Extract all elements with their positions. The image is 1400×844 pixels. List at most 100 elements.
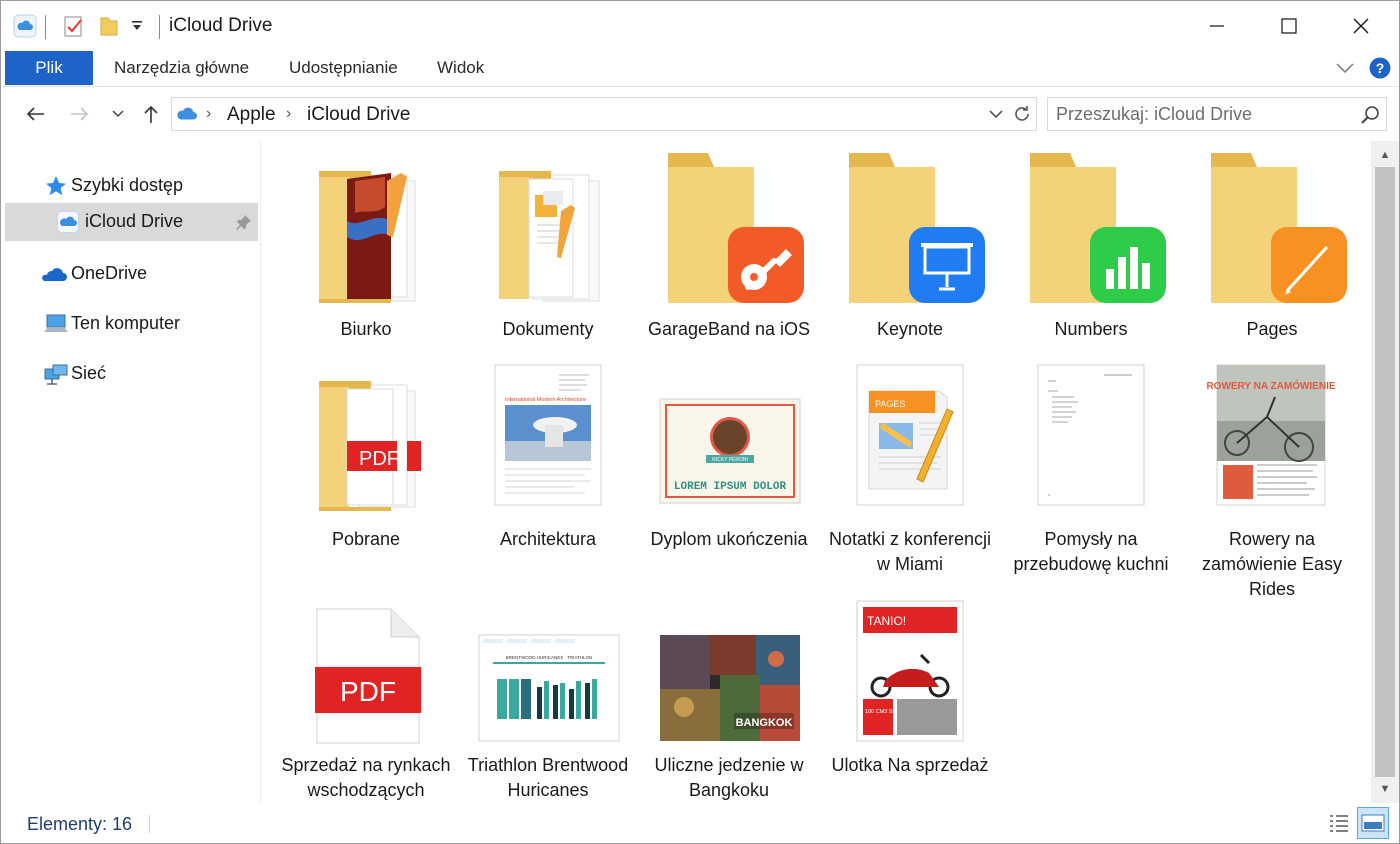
back-button[interactable]: [22, 101, 48, 127]
close-button[interactable]: [1325, 1, 1397, 51]
address-bar[interactable]: › Apple › iCloud Drive: [171, 97, 1037, 131]
search-box[interactable]: [1047, 97, 1387, 131]
app-folder-thumbnail: [644, 151, 814, 311]
file-name: Pages: [1246, 319, 1298, 339]
file-name: Rowery na zamówienie Easy Rides: [1201, 529, 1343, 599]
spreadsheet-thumbnail: BRENTWOOD HURICANES · TRIATHLON: [463, 597, 633, 757]
file-name: Dokumenty: [502, 319, 594, 339]
minimize-button[interactable]: [1181, 1, 1253, 51]
file-name: Architektura: [499, 529, 597, 549]
items-count: Elementy: 16: [27, 814, 133, 834]
help-icon[interactable]: ?: [1369, 57, 1391, 84]
minimize-icon: [1210, 25, 1224, 27]
file-name: Pobrane: [331, 529, 401, 549]
maximize-icon: [1281, 18, 1297, 34]
folder-thumbnail: PDF: [281, 361, 451, 521]
tab-home[interactable]: Narzędzia główne: [114, 51, 249, 85]
details-view-icon: [1330, 815, 1348, 832]
details-view-button[interactable]: [1323, 807, 1355, 839]
chevron-down-icon: [112, 110, 124, 118]
file-name: Pomysły na przebudowę kuchni: [1013, 529, 1169, 574]
icloud-icon: [57, 211, 79, 233]
svg-text:PAGES: PAGES: [875, 399, 905, 409]
large-icons-view-button[interactable]: [1357, 807, 1389, 839]
network-icon: [43, 363, 68, 385]
expand-ribbon-icon[interactable]: [1335, 61, 1355, 80]
breadcrumb-chevron-icon[interactable]: ›: [206, 105, 211, 123]
app-folder-thumbnail: [1187, 151, 1357, 311]
svg-text:International Modern Architect: International Modern Architecture: [505, 397, 586, 403]
new-folder-icon[interactable]: [99, 14, 119, 43]
sidebar-item-onedrive[interactable]: OneDrive: [5, 255, 258, 293]
file-name: Ulotka Na sprzedaż: [831, 755, 989, 775]
vertical-scrollbar[interactable]: ▲ ▼: [1371, 141, 1399, 803]
sidebar-item-quick-access[interactable]: Szybki dostęp: [5, 167, 258, 205]
file-name: Keynote: [876, 319, 944, 339]
svg-text:PDF: PDF: [359, 448, 399, 470]
sidebar-item-label: iCloud Drive: [85, 211, 184, 231]
star-icon: [45, 175, 67, 197]
presentation-thumbnail: BANGKOK: [644, 597, 814, 757]
sidebar-item-icloud-drive[interactable]: iCloud Drive: [5, 203, 258, 241]
file-name: GarageBand na iOS: [647, 319, 811, 339]
folder-thumbnail: [281, 151, 451, 311]
properties-icon[interactable]: [63, 14, 85, 43]
svg-text:BRENTWOOD HURICANES · TRIATHLO: BRENTWOOD HURICANES · TRIATHLON: [506, 655, 593, 660]
refresh-icon[interactable]: [1012, 104, 1032, 129]
document-thumbnail: [1006, 361, 1176, 521]
svg-text:TANIO!: TANIO!: [867, 614, 906, 628]
computer-icon: [43, 313, 68, 335]
file-name: Triathlon Brentwood Huricanes: [467, 755, 629, 800]
title-bar: iCloud Drive: [1, 1, 1399, 51]
sidebar-item-label: Szybki dostęp: [71, 175, 184, 195]
file-name: Sprzedaż na rynkach wschodzących: [281, 755, 451, 800]
scroll-up-icon[interactable]: ▲: [1371, 143, 1399, 167]
sidebar-item-label: Ten komputer: [71, 313, 181, 333]
recent-locations-button[interactable]: [105, 101, 131, 127]
forward-button[interactable]: [67, 101, 93, 127]
search-input[interactable]: [1056, 102, 1346, 126]
app-folder-thumbnail: [1006, 151, 1176, 311]
sidebar-item-label: OneDrive: [71, 263, 148, 283]
document-thumbnail: PAGES: [825, 361, 995, 521]
arrow-right-icon: [71, 107, 89, 121]
close-icon: [1353, 18, 1369, 34]
icloud-icon: [176, 104, 198, 129]
onedrive-icon: [41, 263, 67, 285]
breadcrumb-icloud-drive[interactable]: iCloud Drive: [307, 104, 410, 126]
navigation-pane: Szybki dostęp iCloud Drive OneDrive Ten …: [1, 141, 261, 803]
pdf-thumbnail: PDF: [281, 597, 451, 757]
folder-thumbnail: [463, 151, 633, 311]
icloud-icon: [13, 14, 37, 43]
sidebar-item-network[interactable]: Sieć: [5, 355, 258, 393]
tab-share[interactable]: Udostępnianie: [289, 51, 398, 85]
large-icons-view-icon: [1361, 814, 1385, 832]
window-title: iCloud Drive: [169, 15, 273, 36]
svg-text:LOREM IPSUM DOLOR: LOREM IPSUM DOLOR: [674, 481, 787, 493]
customize-toolbar-icon[interactable]: [131, 19, 143, 37]
address-history-icon[interactable]: [988, 108, 1004, 126]
tab-view[interactable]: Widok: [437, 51, 484, 85]
document-thumbnail: International Modern Architecture: [463, 361, 633, 521]
flyer-thumbnail: TANIO! 100 CM3 SKUTER 1200 Zł: [825, 597, 995, 757]
scroll-down-icon[interactable]: ▼: [1371, 777, 1399, 801]
arrow-up-icon: [144, 105, 158, 123]
svg-text:ROWERY NA ZAMÓWIENIE: ROWERY NA ZAMÓWIENIE: [1206, 379, 1335, 392]
breadcrumb-chevron-icon[interactable]: ›: [286, 105, 291, 123]
navigation-bar: › Apple › iCloud Drive: [1, 87, 1399, 141]
status-bar: Elementy: 16: [1, 803, 1399, 843]
file-name: Numbers: [1054, 319, 1128, 339]
pin-icon[interactable]: [235, 213, 253, 236]
search-icon[interactable]: [1360, 105, 1380, 130]
ribbon: Plik Narzędzia główne Udostępnianie Wido…: [1, 51, 1399, 87]
breadcrumb-apple[interactable]: Apple: [227, 104, 276, 126]
scrollbar-thumb[interactable]: [1375, 167, 1395, 777]
document-thumbnail: ROWERY NA ZAMÓWIENIE: [1187, 361, 1357, 521]
svg-text:BANGKOK: BANGKOK: [736, 717, 793, 729]
svg-text:?: ?: [1376, 60, 1385, 76]
up-button[interactable]: [138, 101, 164, 127]
maximize-button[interactable]: [1253, 1, 1325, 51]
tab-file[interactable]: Plik: [5, 51, 93, 85]
sidebar-item-this-pc[interactable]: Ten komputer: [5, 305, 258, 343]
app-folder-thumbnail: [825, 151, 995, 311]
